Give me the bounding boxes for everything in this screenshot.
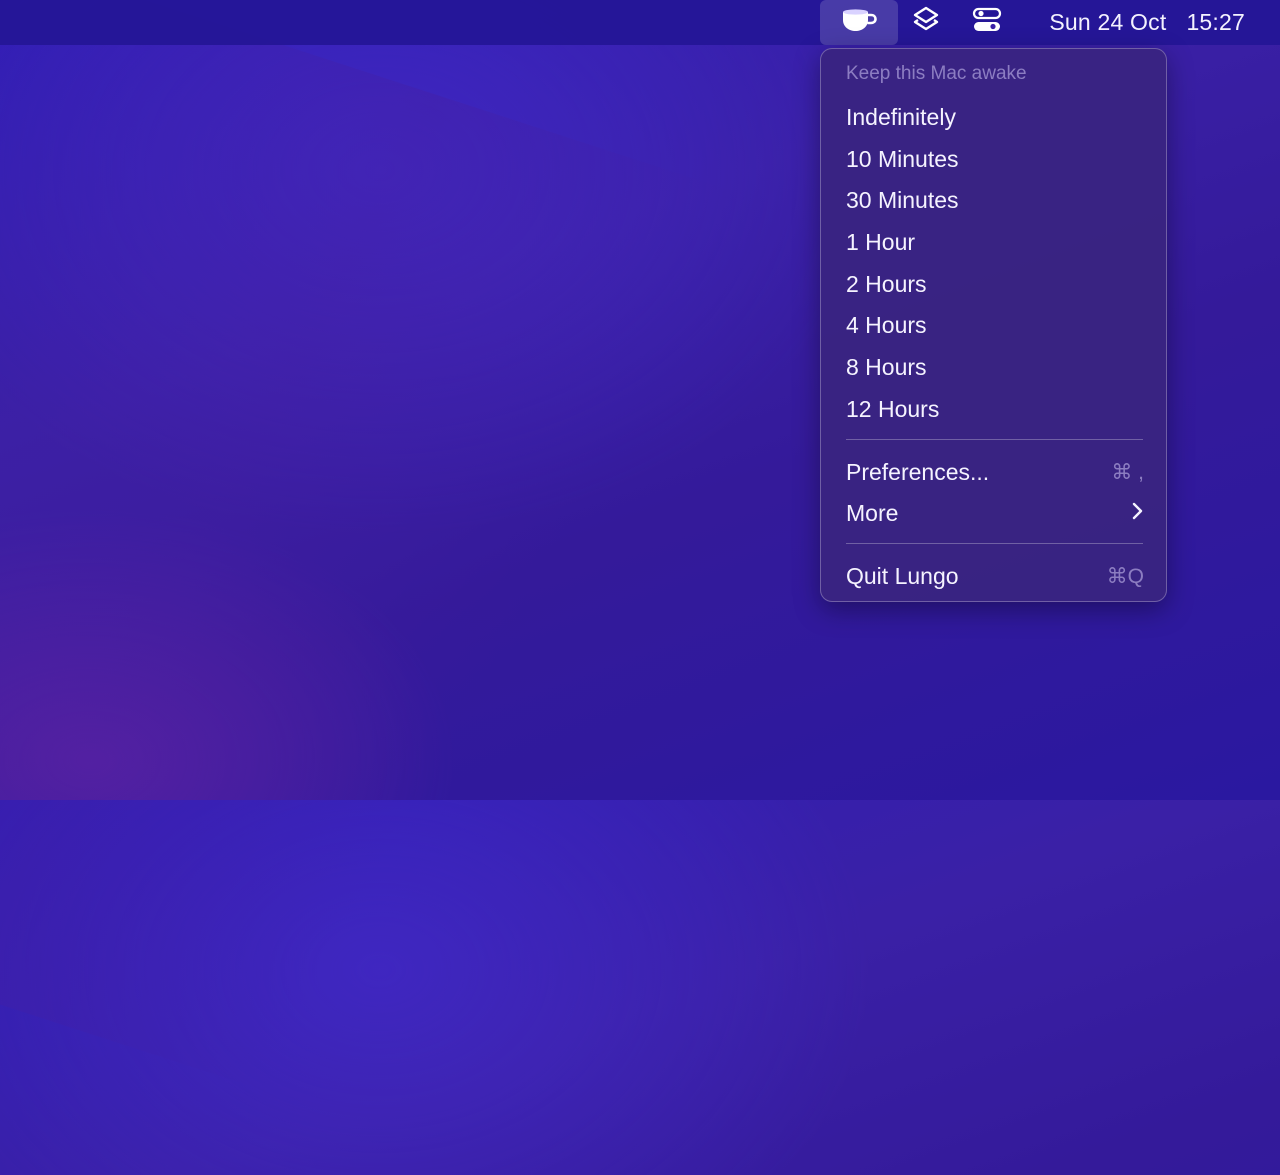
coffee-cup-icon <box>840 7 878 38</box>
menu-item-label: Preferences... <box>846 458 990 485</box>
menu-item-2-hours[interactable]: 2 Hours <box>821 264 1168 304</box>
preferences-shortcut: ⌘ , <box>1111 460 1144 484</box>
clock-date: Sun 24 Oct <box>1049 9 1167 35</box>
menu-item-label: 8 Hours <box>846 353 927 380</box>
quit-shortcut: ⌘Q <box>1106 564 1144 588</box>
menu-item-30-minutes[interactable]: 30 Minutes <box>821 180 1168 220</box>
menu-item-label: 2 Hours <box>846 270 927 297</box>
lungo-dropdown-menu: Keep this Mac awake Indefinitely 10 Minu… <box>820 48 1167 602</box>
menu-item-label: 4 Hours <box>846 311 927 338</box>
menu-item-4-hours[interactable]: 4 Hours <box>821 305 1168 345</box>
control-center-toggle-icon <box>972 7 1002 38</box>
control-center-status-item[interactable] <box>964 0 1010 45</box>
menu-item-quit[interactable]: Quit Lungo ⌘Q <box>821 556 1168 596</box>
shortcuts-layers-icon <box>912 5 940 40</box>
shortcuts-status-item[interactable] <box>904 0 948 45</box>
menu-item-label: 30 Minutes <box>846 186 959 213</box>
menu-item-8-hours[interactable]: 8 Hours <box>821 347 1168 387</box>
lungo-status-item[interactable] <box>820 0 898 45</box>
clock-time: 15:27 <box>1186 9 1245 35</box>
menu-item-label: 10 Minutes <box>846 145 959 172</box>
menu-item-label: 1 Hour <box>846 228 916 255</box>
menu-item-10-minutes[interactable]: 10 Minutes <box>821 139 1168 179</box>
menu-bar-clock[interactable]: Sun 24 Oct 15:27 <box>1049 0 1245 45</box>
menu-item-12-hours[interactable]: 12 Hours <box>821 389 1168 429</box>
menu-item-1-hour[interactable]: 1 Hour <box>821 222 1168 262</box>
menu-item-indefinitely[interactable]: Indefinitely <box>821 97 1168 137</box>
menu-item-label: More <box>846 499 899 526</box>
menu-item-label: Quit Lungo <box>846 562 959 589</box>
menu-section-header: Keep this Mac awake <box>846 63 1027 84</box>
menu-item-preferences[interactable]: Preferences... ⌘ , <box>821 452 1168 492</box>
menu-separator <box>846 543 1143 544</box>
chevron-right-icon <box>1130 500 1144 527</box>
wallpaper-shape <box>0 0 833 1175</box>
menu-separator <box>846 439 1143 440</box>
menu-item-more[interactable]: More <box>821 493 1168 533</box>
menu-bar: Sun 24 Oct 15:27 <box>0 0 1280 45</box>
menu-item-label: 12 Hours <box>846 395 940 422</box>
menu-item-label: Indefinitely <box>846 103 956 130</box>
